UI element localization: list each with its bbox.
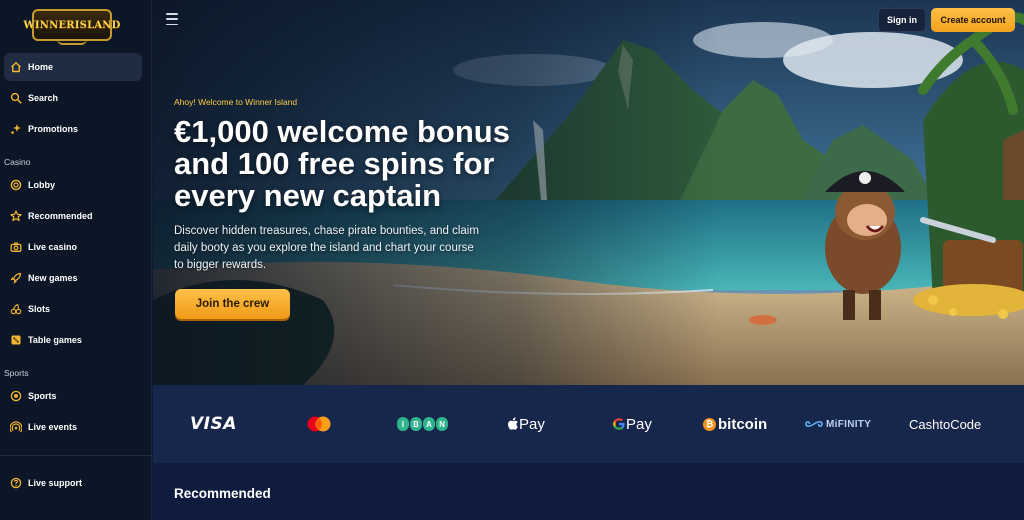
sidebar-item-sports[interactable]: Sports [4, 382, 142, 410]
sidebar-item-live-support[interactable]: Live support [4, 469, 142, 497]
join-the-crew-button[interactable]: Join the crew [175, 289, 290, 319]
sidebar-item-table-games[interactable]: Table games [4, 326, 142, 354]
hero-headline: €1,000 welcome bonus and 100 free spins … [174, 114, 510, 213]
sidebar-item-label: Live support [28, 478, 83, 488]
help-icon [10, 477, 22, 489]
sidebar-item-slots[interactable]: Slots [4, 295, 142, 323]
sparkle-icon [10, 123, 22, 135]
bitcoin-logo: ₿ bitcoin [703, 414, 767, 434]
sidebar-item-label: Promotions [28, 124, 79, 134]
camera-icon [10, 241, 22, 253]
sidebar-item-live-events[interactable]: Live events [4, 413, 142, 441]
mifinity-text: MiFINITY [826, 418, 872, 430]
hero-eyebrow: Ahoy! Welcome to Winner Island [174, 97, 298, 107]
chip-icon [10, 179, 22, 191]
sidebar-divider [0, 455, 152, 456]
payment-methods-strip [153, 385, 1024, 463]
mastercard-logo [305, 414, 333, 434]
google-pay-logo: Pay [612, 414, 652, 434]
hero-subtext: Discover hidden treasures, chase pirate … [174, 225, 479, 271]
sidebar-item-label: Table games [28, 335, 82, 345]
dice-icon [10, 334, 22, 346]
sidebar-item-label: Sports [28, 391, 57, 401]
create-account-button[interactable]: Create account [931, 8, 1015, 32]
section-heading-sports: Sports [4, 368, 29, 378]
home-icon [10, 61, 22, 73]
section-heading-casino: Casino [4, 157, 31, 167]
search-icon [10, 92, 22, 104]
sidebar-item-promotions[interactable]: Promotions [4, 115, 142, 143]
sidebar-item-new-games[interactable]: New games [4, 264, 142, 292]
sidebar-item-lobby[interactable]: Lobby [4, 171, 142, 199]
menu-toggle-icon[interactable] [166, 13, 178, 25]
sidebar-item-label: Home [28, 62, 54, 72]
apple-icon [508, 417, 518, 430]
sidebar-item-label: Lobby [28, 180, 55, 190]
sidebar-item-live-casino[interactable]: Live casino [4, 233, 142, 261]
cashtocode-logo: CashtoCode [909, 416, 982, 432]
sidebar-item-home[interactable]: Home [4, 53, 142, 81]
iban-logo: I B A N [397, 414, 448, 434]
app: WINNERISLAND Home Search Promotions Casi… [0, 0, 1024, 520]
football-icon [10, 390, 22, 402]
iban-letter: A [423, 417, 435, 431]
iban-letter: B [410, 417, 422, 431]
sidebar: WINNERISLAND Home Search Promotions Casi… [0, 0, 152, 520]
sidebar-item-label: Live events [28, 422, 78, 432]
google-pay-text: Pay [626, 415, 652, 433]
sign-in-button[interactable]: Sign in [878, 8, 926, 32]
recommended-heading: Recommended [174, 486, 271, 501]
rocket-icon [10, 272, 22, 284]
sidebar-item-search[interactable]: Search [4, 84, 142, 112]
sidebar-item-label: Live casino [28, 242, 78, 252]
mifinity-logo: MiFINITY [805, 414, 871, 434]
logo-text: WINNERISLAND [23, 19, 121, 31]
sidebar-item-label: Search [28, 93, 59, 103]
bitcoin-coin-icon: ₿ [703, 417, 716, 431]
bitcoin-text: bitcoin [718, 415, 768, 433]
sidebar-item-recommended[interactable]: Recommended [4, 202, 142, 230]
iban-letter: N [436, 417, 448, 431]
broadcast-icon [10, 421, 22, 433]
cherry-icon [10, 303, 22, 315]
apple-pay-logo: Pay [507, 414, 545, 434]
infinity-icon [805, 420, 823, 428]
sidebar-item-label: Slots [28, 304, 51, 314]
visa-logo: VISA [190, 414, 237, 434]
apple-pay-text: Pay [519, 415, 545, 433]
google-g-icon [613, 418, 625, 430]
iban-letter: I [397, 417, 409, 431]
sidebar-item-label: New games [28, 273, 78, 283]
recommended-section [153, 463, 1024, 520]
star-icon [10, 210, 22, 222]
sidebar-item-label: Recommended [28, 211, 93, 221]
site-logo[interactable]: WINNERISLAND [23, 9, 120, 45]
